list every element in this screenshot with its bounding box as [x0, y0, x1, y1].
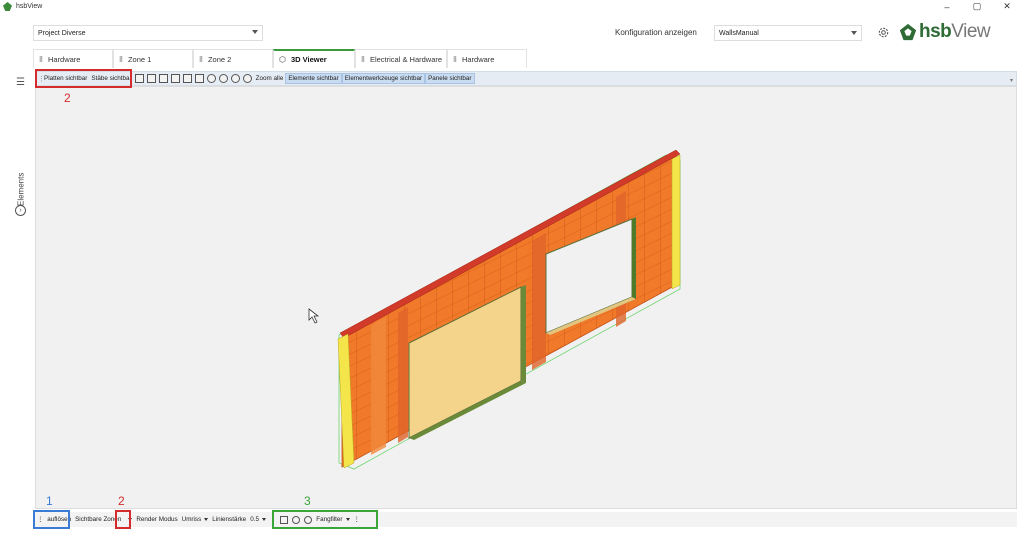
view-left-icon[interactable] — [159, 74, 169, 83]
view-bottom-icon[interactable] — [195, 74, 205, 83]
element-tools-visible-button[interactable]: Elementwerkzeuge sichtbar — [341, 73, 426, 84]
expand-circle-icon[interactable]: › — [15, 205, 26, 216]
tab-hardware[interactable]: Ⅱ Hardware — [33, 49, 113, 68]
logo-mark-icon — [899, 23, 917, 41]
chevron-down-icon — [252, 30, 258, 34]
render-mode-select[interactable]: Umriss — [180, 512, 211, 527]
line-width-label: Linienstärke — [212, 516, 247, 523]
annotation-number-2-bottom: 2 — [118, 494, 125, 508]
mouse-cursor-icon — [308, 308, 320, 324]
annotation-number-3: 3 — [304, 494, 311, 508]
chevron-down-icon — [851, 31, 857, 35]
table-icon: Ⅱ — [199, 54, 203, 64]
hsbview-logo: hsb View — [899, 20, 991, 44]
view-back-icon[interactable] — [147, 74, 157, 83]
tab-bar: Ⅱ Hardware Ⅱ Zone 1 Ⅱ Zone 2 ⬡ 3D Viewer Ⅱ El… — [33, 49, 527, 68]
chevron-down-icon — [261, 518, 266, 521]
table-icon: Ⅱ — [39, 54, 43, 64]
gear-icon[interactable] — [877, 26, 890, 39]
annotation-number-2-top: 2 — [64, 91, 71, 105]
table-icon: Ⅱ — [361, 54, 365, 64]
right-edge-stud — [671, 154, 681, 290]
elements-label[interactable]: Elements — [10, 169, 32, 209]
project-dropdown[interactable]: Project Diverse — [33, 25, 263, 41]
annotation-number-1: 1 — [46, 494, 53, 508]
annotation-box-red-bottom — [115, 510, 131, 529]
view-right-icon[interactable] — [171, 74, 181, 83]
viewer-bottom-toolbar: ⋮ auflösen Sichtbare Zonen Render Modus … — [35, 512, 1017, 527]
cube-icon: ⬡ — [279, 55, 286, 64]
list-icon[interactable]: ☰ — [16, 77, 25, 88]
iso-view-4-icon[interactable] — [243, 74, 253, 83]
title-bar: hsbView — [0, 0, 1024, 13]
panels-visible-button[interactable]: Panele sichtbar — [425, 73, 475, 84]
minimize-button[interactable]: – — [932, 0, 962, 13]
elements-sidebar: ☰ Elements › — [10, 73, 32, 513]
table-icon: Ⅱ — [119, 54, 123, 64]
close-button[interactable]: ✕ — [992, 0, 1022, 13]
tab-hardware-2[interactable]: Ⅱ Hardware — [447, 49, 527, 68]
logo-hsb-text: hsb — [919, 21, 952, 42]
tab-3d-viewer[interactable]: ⬡ 3D Viewer — [273, 49, 355, 68]
project-dropdown-value: Project Diverse — [38, 29, 86, 37]
maximize-button[interactable]: ▢ — [962, 0, 992, 13]
annotation-box-green — [272, 510, 378, 529]
iso-view-1-icon[interactable] — [207, 74, 217, 83]
chevron-down-icon — [204, 518, 209, 521]
app-logo-icon — [3, 2, 12, 11]
config-label: Konfiguration anzeigen — [615, 28, 697, 37]
zoom-all-button[interactable]: Zoom alle — [254, 73, 286, 84]
3d-viewport[interactable] — [35, 86, 1017, 509]
annotation-box-blue — [33, 510, 70, 529]
config-dropdown-value: WallsManual — [719, 29, 759, 37]
window-title: hsbView — [16, 3, 43, 10]
iso-view-2-icon[interactable] — [219, 74, 229, 83]
toolbar-overflow-icon[interactable]: ▾ — [1010, 77, 1013, 84]
tab-zone-1[interactable]: Ⅱ Zone 1 — [113, 49, 193, 68]
tab-electrical-hardware[interactable]: Ⅱ Electrical & Hardware — [355, 49, 447, 68]
table-icon: Ⅱ — [453, 54, 457, 64]
elements-visible-button[interactable]: Elemente sichtbar — [285, 73, 342, 84]
view-top-icon[interactable] — [183, 74, 193, 83]
viewer-toolbar: ⋮ Platten sichtbar Stäbe sichtbar Zoom a… — [35, 71, 1017, 86]
annotation-box-red-top — [35, 69, 132, 88]
view-front-icon[interactable] — [135, 74, 145, 83]
tab-zone-2[interactable]: Ⅱ Zone 2 — [193, 49, 273, 68]
config-dropdown[interactable]: WallsManual — [714, 25, 862, 41]
logo-view-text: View — [951, 21, 991, 42]
line-width-select[interactable]: 0.5 — [248, 512, 268, 527]
wall-3d-model — [308, 149, 681, 470]
render-mode-label: Render Modus — [136, 516, 178, 523]
iso-view-3-icon[interactable] — [231, 74, 241, 83]
